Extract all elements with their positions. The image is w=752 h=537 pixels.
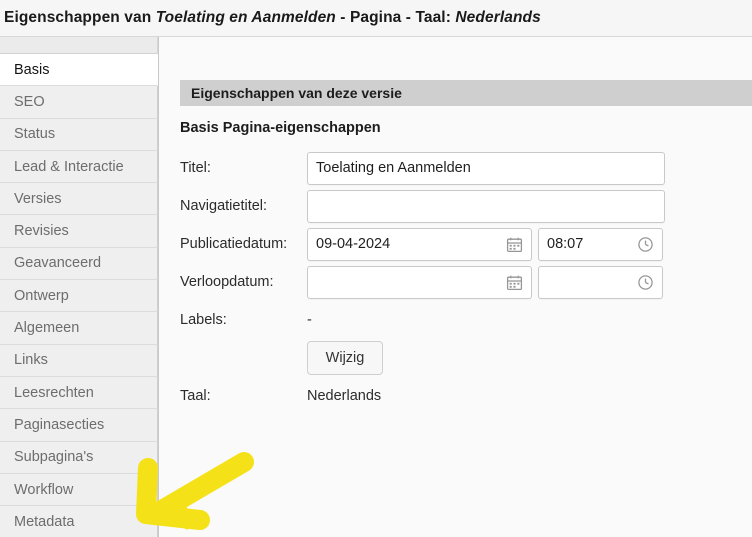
publicatiedatum-field-wrap: 09-04-2024	[307, 228, 663, 261]
sidebar-item-lead-interactie[interactable]: Lead & Interactie	[0, 151, 158, 183]
taal-value: Nederlands	[307, 388, 381, 404]
sidebar-item-ontwerp[interactable]: Ontwerp	[0, 280, 158, 312]
titel-label: Titel:	[180, 160, 211, 176]
sidebar-item-versies[interactable]: Versies	[0, 183, 158, 215]
sidebar-item-seo[interactable]: SEO	[0, 86, 158, 118]
titel-field-wrap: Toelating en Aanmelden	[307, 152, 665, 185]
tab-label: Metadata	[14, 514, 74, 530]
sidebar-item-basis[interactable]: Basis	[0, 54, 158, 86]
navigatietitel-label: Navigatietitel:	[180, 198, 267, 214]
tab-label: Geavanceerd	[14, 255, 101, 271]
properties-dialog: Eigenschappen van Toelating en Aanmelden…	[0, 0, 752, 537]
publicatiedatum-time-value: 08:07	[547, 236, 583, 252]
clock-icon[interactable]	[637, 274, 654, 291]
calendar-icon[interactable]	[506, 274, 523, 291]
tab-sidebar: Basis SEO Status Lead & Interactie Versi…	[0, 37, 159, 537]
tab-strip-stub	[0, 37, 158, 54]
sidebar-item-leesrechten[interactable]: Leesrechten	[0, 377, 158, 409]
tab-label: SEO	[14, 94, 45, 110]
sidebar-item-subpaginas[interactable]: Subpagina's	[0, 442, 158, 474]
sidebar-item-paginasecties[interactable]: Paginasecties	[0, 409, 158, 441]
page-title-prefix: Eigenschappen van	[4, 9, 156, 26]
tab-label: Revisies	[14, 223, 69, 239]
tab-label: Ontwerp	[14, 288, 69, 304]
form-row-verloopdatum: Verloopdatum:	[159, 263, 752, 301]
tab-label: Algemeen	[14, 320, 79, 336]
verloopdatum-time-input[interactable]	[538, 266, 663, 299]
tab-label: Paginasecties	[14, 417, 104, 433]
sidebar-item-metadata[interactable]: Metadata	[0, 506, 158, 537]
labels-label: Labels:	[180, 312, 227, 328]
wijzig-button[interactable]: Wijzig	[307, 341, 383, 375]
tab-label: Links	[14, 352, 48, 368]
titel-input[interactable]: Toelating en Aanmelden	[307, 152, 665, 185]
verloopdatum-field-wrap	[307, 266, 663, 299]
verloopdatum-date-input[interactable]	[307, 266, 532, 299]
section-header-title: Eigenschappen van deze versie	[180, 85, 402, 101]
sidebar-item-links[interactable]: Links	[0, 345, 158, 377]
publicatiedatum-label: Publicatiedatum:	[180, 236, 287, 252]
tab-label: Versies	[14, 191, 62, 207]
properties-content-panel: Eigenschappen van deze versie Basis Pagi…	[159, 37, 752, 537]
verloopdatum-label: Verloopdatum:	[180, 274, 274, 290]
sidebar-item-status[interactable]: Status	[0, 119, 158, 151]
sidebar-item-revisies[interactable]: Revisies	[0, 215, 158, 247]
tab-label: Status	[14, 126, 55, 142]
form-row-taal: Taal: Nederlands	[159, 377, 752, 415]
labels-value: -	[307, 312, 312, 328]
sidebar-item-algemeen[interactable]: Algemeen	[0, 312, 158, 344]
form-row-publicatiedatum: Publicatiedatum: 09-04-2024	[159, 225, 752, 263]
sidebar-item-workflow[interactable]: Workflow	[0, 474, 158, 506]
tab-label: Workflow	[14, 482, 73, 498]
tab-label: Basis	[14, 62, 49, 78]
publicatiedatum-time-input[interactable]: 08:07	[538, 228, 663, 261]
tab-label: Leesrechten	[14, 385, 94, 401]
page-title-middle: - Pagina - Taal:	[336, 9, 456, 26]
page-title-language: Nederlands	[455, 9, 540, 26]
clock-icon[interactable]	[637, 236, 654, 253]
basis-properties-form: Titel: Toelating en Aanmelden Navigatiet…	[159, 149, 752, 415]
page-title-item: Toelating en Aanmelden	[156, 9, 336, 26]
tab-label: Lead & Interactie	[14, 159, 124, 175]
navigatietitel-field-wrap	[307, 190, 665, 223]
form-row-navigatietitel: Navigatietitel:	[159, 187, 752, 225]
calendar-icon[interactable]	[506, 236, 523, 253]
form-row-wijzig: Wijzig	[159, 339, 752, 377]
publicatiedatum-date-input[interactable]: 09-04-2024	[307, 228, 532, 261]
form-row-labels: Labels: -	[159, 301, 752, 339]
tab-label: Subpagina's	[14, 449, 93, 465]
form-row-titel: Titel: Toelating en Aanmelden	[159, 149, 752, 187]
window-titlebar: Eigenschappen van Toelating en Aanmelden…	[0, 0, 752, 36]
page-title: Eigenschappen van Toelating en Aanmelden…	[0, 9, 541, 27]
section-header-bar: Eigenschappen van deze versie	[180, 80, 752, 106]
navigatietitel-input[interactable]	[307, 190, 665, 223]
publicatiedatum-date-value: 09-04-2024	[316, 236, 390, 252]
subsection-heading: Basis Pagina-eigenschappen	[180, 120, 381, 136]
sidebar-item-geavanceerd[interactable]: Geavanceerd	[0, 248, 158, 280]
taal-label: Taal:	[180, 388, 211, 404]
